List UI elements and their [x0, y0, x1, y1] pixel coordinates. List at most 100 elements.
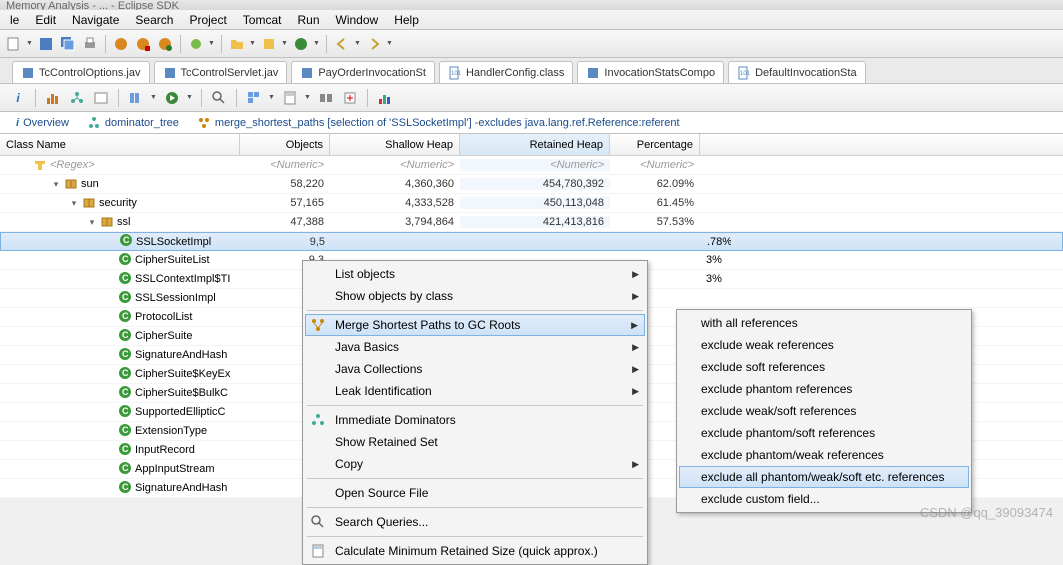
editor-tab[interactable]: InvocationStatsCompo	[577, 61, 724, 83]
new-class-button[interactable]	[291, 34, 311, 54]
twisty-icon[interactable]: ▾	[51, 179, 61, 189]
dropdown-icon[interactable]: ▼	[304, 94, 312, 101]
menu-java-basics[interactable]: Java Basics▶	[305, 336, 645, 358]
sub-excl-all[interactable]: exclude all phantom/weak/soft etc. refer…	[679, 466, 969, 488]
col-percentage[interactable]: Percentage	[610, 134, 700, 155]
chart-icon[interactable]	[375, 88, 395, 108]
open-folder-button[interactable]	[227, 34, 247, 54]
cat-icon[interactable]	[111, 34, 131, 54]
cat-stop-icon[interactable]	[133, 34, 153, 54]
overview-tab[interactable]: iOverview	[12, 115, 73, 131]
editor-tab[interactable]: 101DefaultInvocationSta	[728, 61, 866, 83]
threads-icon[interactable]	[126, 88, 146, 108]
editor-tab[interactable]: TcControlServlet.jav	[154, 61, 288, 83]
twisty-icon[interactable]	[105, 331, 115, 341]
dropdown-icon[interactable]: ▼	[354, 40, 362, 47]
debug-button[interactable]	[186, 34, 206, 54]
dropdown-icon[interactable]: ▼	[186, 94, 194, 101]
twisty-icon[interactable]	[105, 464, 115, 474]
menu-tomcat[interactable]: Tomcat	[235, 11, 290, 29]
group-icon[interactable]	[244, 88, 264, 108]
table-row[interactable]: ▾security57,1654,333,528450,113,04861.45…	[0, 194, 1063, 213]
menu-calc-retained[interactable]: Calculate Minimum Retained Size (quick a…	[305, 540, 645, 562]
twisty-icon[interactable]	[106, 237, 116, 247]
table-row[interactable]: ▾ssl47,3883,794,864421,413,81657.53%	[0, 213, 1063, 232]
twisty-icon[interactable]: ▾	[87, 217, 97, 227]
dropdown-icon[interactable]: ▼	[249, 40, 257, 47]
twisty-icon[interactable]	[105, 350, 115, 360]
menu-window[interactable]: Window	[328, 11, 387, 29]
search-icon[interactable]	[209, 88, 229, 108]
sub-excl-soft[interactable]: exclude soft references	[679, 356, 969, 378]
cat-restart-icon[interactable]	[155, 34, 175, 54]
run-icon[interactable]	[162, 88, 182, 108]
regex-placeholder[interactable]: <Regex>	[50, 159, 95, 171]
back-button[interactable]	[332, 34, 352, 54]
menu-show-by-class[interactable]: Show objects by class▶	[305, 285, 645, 307]
filter-row[interactable]: <Regex> <Numeric> <Numeric> <Numeric> <N…	[0, 156, 1063, 175]
twisty-icon[interactable]	[105, 388, 115, 398]
menu-run[interactable]: Run	[289, 11, 327, 29]
export-icon[interactable]	[340, 88, 360, 108]
col-retained-heap[interactable]: Retained Heap	[460, 134, 610, 155]
dropdown-icon[interactable]: ▼	[313, 40, 321, 47]
twisty-icon[interactable]	[105, 445, 115, 455]
twisty-icon[interactable]: ▾	[69, 198, 79, 208]
numeric-placeholder[interactable]: <Numeric>	[610, 159, 700, 171]
merge-tab[interactable]: merge_shortest_paths [selection of 'SSLS…	[193, 114, 684, 132]
dropdown-icon[interactable]: ▼	[281, 40, 289, 47]
histogram-icon[interactable]	[43, 88, 63, 108]
oql-icon[interactable]	[91, 88, 111, 108]
dropdown-icon[interactable]: ▼	[208, 40, 216, 47]
menu-navigate[interactable]: Navigate	[64, 11, 127, 29]
info-icon[interactable]: i	[8, 88, 28, 108]
menu-list-objects[interactable]: List objects▶	[305, 263, 645, 285]
compare-icon[interactable]	[316, 88, 336, 108]
sub-excl-phantom-soft[interactable]: exclude phantom/soft references	[679, 422, 969, 444]
new-button[interactable]	[4, 34, 24, 54]
sub-with-all[interactable]: with all references	[679, 312, 969, 334]
numeric-placeholder[interactable]: <Numeric>	[330, 159, 460, 171]
dominator-tab[interactable]: dominator_tree	[83, 114, 183, 132]
twisty-icon[interactable]	[105, 255, 115, 265]
twisty-icon[interactable]	[105, 369, 115, 379]
menu-copy[interactable]: Copy▶	[305, 453, 645, 475]
print-button[interactable]	[80, 34, 100, 54]
dropdown-icon[interactable]: ▼	[268, 94, 276, 101]
col-objects[interactable]: Objects	[240, 134, 330, 155]
twisty-icon[interactable]	[105, 274, 115, 284]
menu-java-collections[interactable]: Java Collections▶	[305, 358, 645, 380]
dropdown-icon[interactable]: ▼	[150, 94, 158, 101]
table-row[interactable]: ▾sun58,2204,360,360454,780,39262.09%	[0, 175, 1063, 194]
menu-merge-paths[interactable]: Merge Shortest Paths to GC Roots ▶ with …	[305, 314, 645, 336]
menu-search[interactable]: Search	[127, 11, 181, 29]
calc-icon[interactable]	[280, 88, 300, 108]
menu-edit[interactable]: Edit	[27, 11, 64, 29]
menu-leak[interactable]: Leak Identification▶	[305, 380, 645, 402]
menu-project[interactable]: Project	[181, 11, 234, 29]
editor-tab[interactable]: TcControlOptions.jav	[12, 61, 150, 83]
menu-retained-set[interactable]: Show Retained Set	[305, 431, 645, 453]
editor-tab[interactable]: PayOrderInvocationSt	[291, 61, 435, 83]
numeric-placeholder[interactable]: <Numeric>	[460, 159, 610, 171]
menu-help[interactable]: Help	[386, 11, 427, 29]
dropdown-icon[interactable]: ▼	[386, 40, 394, 47]
menu-search-queries[interactable]: Search Queries...	[305, 511, 645, 533]
twisty-icon[interactable]	[105, 293, 115, 303]
sub-excl-weak-soft[interactable]: exclude weak/soft references	[679, 400, 969, 422]
save-all-button[interactable]	[58, 34, 78, 54]
twisty-icon[interactable]	[105, 407, 115, 417]
sub-excl-phantom[interactable]: exclude phantom references	[679, 378, 969, 400]
sub-excl-phantom-weak[interactable]: exclude phantom/weak references	[679, 444, 969, 466]
numeric-placeholder[interactable]: <Numeric>	[240, 159, 330, 171]
dropdown-icon[interactable]: ▼	[26, 40, 34, 47]
new-package-button[interactable]	[259, 34, 279, 54]
twisty-icon[interactable]	[105, 426, 115, 436]
menu-file[interactable]: le	[2, 11, 27, 29]
menu-open-source[interactable]: Open Source File	[305, 482, 645, 504]
save-button[interactable]	[36, 34, 56, 54]
forward-button[interactable]	[364, 34, 384, 54]
sub-excl-weak[interactable]: exclude weak references	[679, 334, 969, 356]
twisty-icon[interactable]	[105, 312, 115, 322]
col-class-name[interactable]: Class Name	[0, 134, 240, 155]
